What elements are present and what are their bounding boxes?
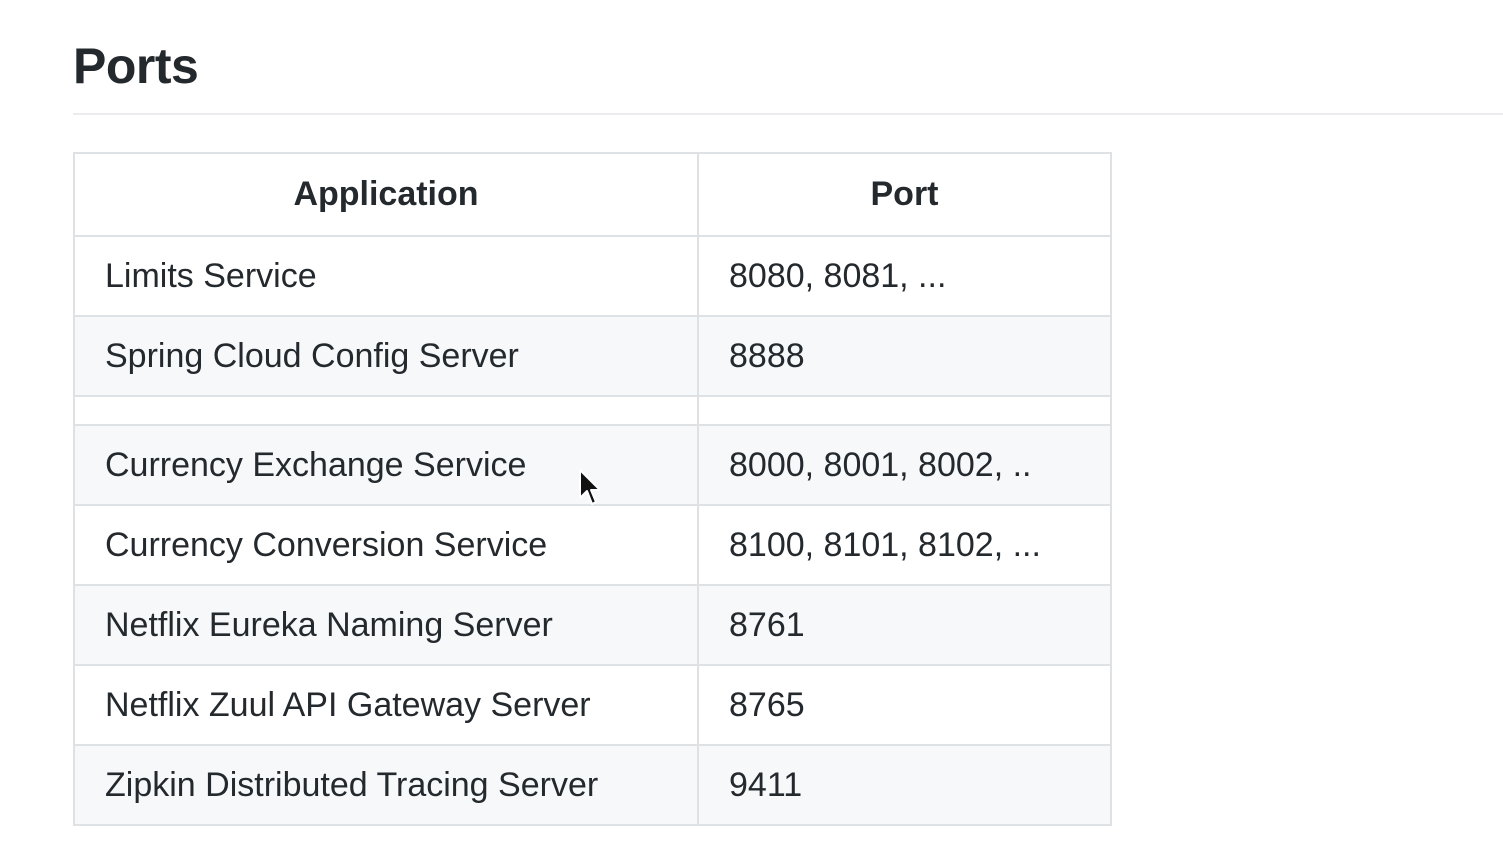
table-row: Netflix Zuul API Gateway Server 8765 xyxy=(73,664,1112,746)
table-row: Zipkin Distributed Tracing Server 9411 xyxy=(73,744,1112,826)
port-cell: 9411 xyxy=(697,744,1112,826)
application-cell xyxy=(73,395,699,426)
application-cell: Zipkin Distributed Tracing Server xyxy=(73,744,699,826)
application-cell: Limits Service xyxy=(73,235,699,317)
port-cell: 8761 xyxy=(697,584,1112,666)
column-header-port: Port xyxy=(697,152,1112,237)
application-cell: Currency Conversion Service xyxy=(73,504,699,586)
table-row: Spring Cloud Config Server 8888 xyxy=(73,315,1112,397)
port-cell: 8080, 8081, ... xyxy=(697,235,1112,317)
table-row: Limits Service 8080, 8081, ... xyxy=(73,235,1112,317)
application-cell: Currency Exchange Service xyxy=(73,424,699,506)
mouse-pointer-icon xyxy=(579,469,600,505)
table-header-row: Application Port xyxy=(73,152,1112,237)
table-row-empty xyxy=(73,395,1112,426)
application-cell: Spring Cloud Config Server xyxy=(73,315,699,397)
port-cell: 8765 xyxy=(697,664,1112,746)
port-cell: 8100, 8101, 8102, ... xyxy=(697,504,1112,586)
table-row: Netflix Eureka Naming Server 8761 xyxy=(73,584,1112,666)
table-row: Currency Conversion Service 8100, 8101, … xyxy=(73,504,1112,586)
port-cell: 8000, 8001, 8002, .. xyxy=(697,424,1112,506)
port-cell xyxy=(697,395,1112,426)
application-cell: Netflix Zuul API Gateway Server xyxy=(73,664,699,746)
port-cell: 8888 xyxy=(697,315,1112,397)
title-divider xyxy=(73,113,1503,115)
column-header-application: Application xyxy=(73,152,699,237)
application-cell: Netflix Eureka Naming Server xyxy=(73,584,699,666)
page-title: Ports xyxy=(73,38,199,94)
